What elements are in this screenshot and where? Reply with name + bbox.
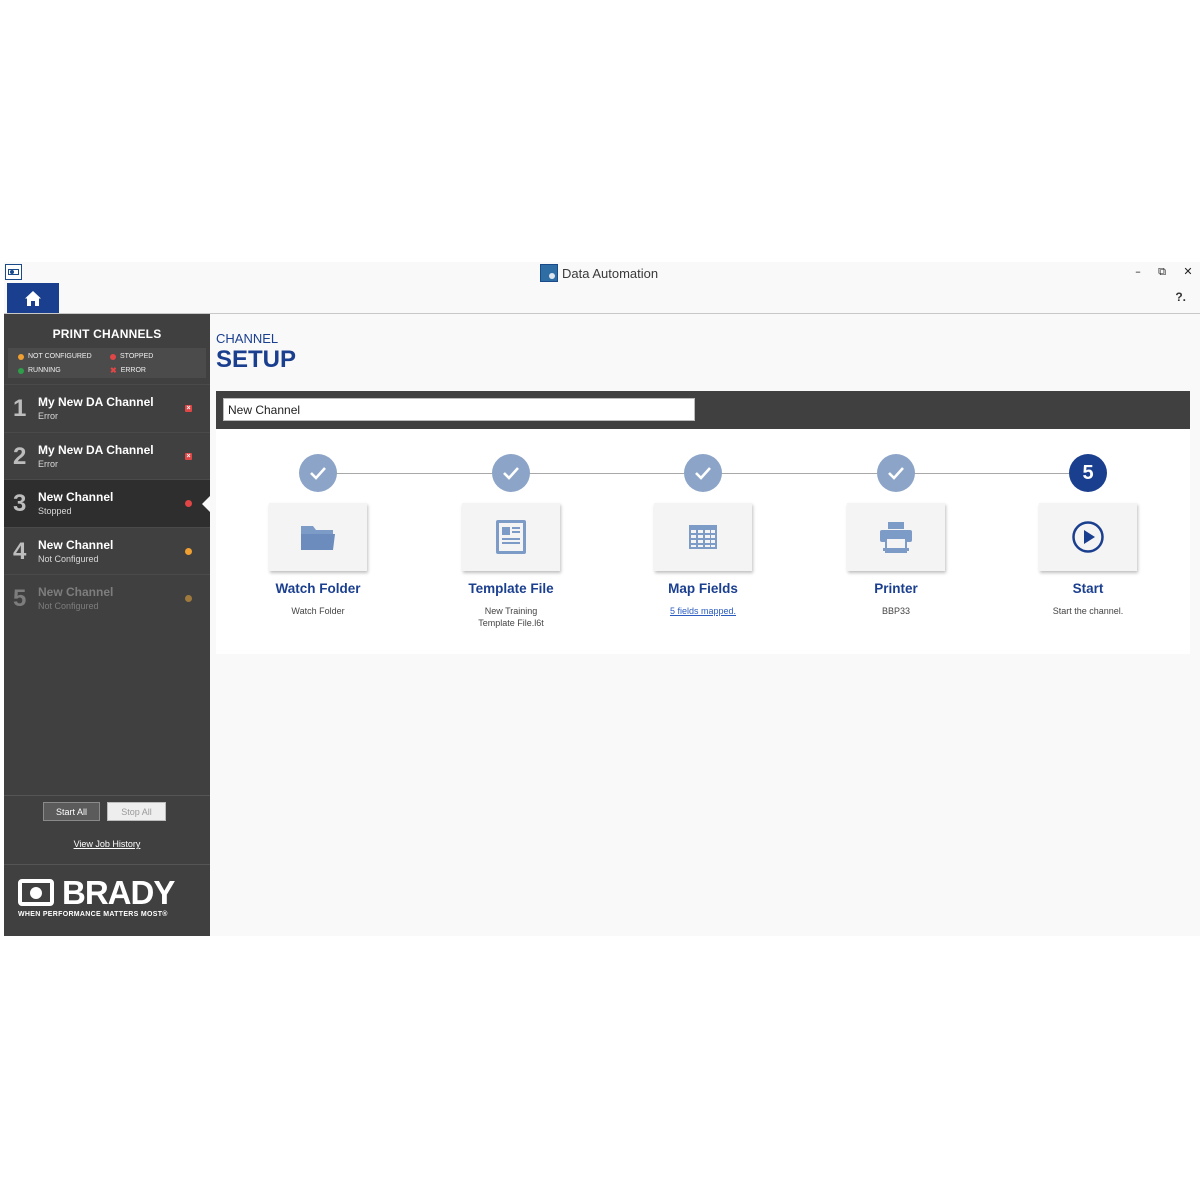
- sidebar-divider: [4, 795, 210, 796]
- step-title: Printer: [874, 581, 918, 596]
- start-all-button[interactable]: Start All: [43, 802, 100, 821]
- step-complete-check-icon: [492, 454, 530, 492]
- channel-name-bar: [216, 391, 1190, 429]
- step-title: Start: [1072, 581, 1104, 596]
- channel-item-3[interactable]: 3 New Channel Stopped: [4, 479, 210, 527]
- legend-label: NOT CONFIGURED: [28, 353, 92, 360]
- channel-name-input[interactable]: [223, 398, 695, 421]
- logo-divider: [4, 864, 210, 865]
- channel-name: New Channel: [38, 585, 114, 599]
- red-dot-icon: [110, 353, 116, 360]
- system-menu-icon[interactable]: [5, 264, 22, 280]
- stop-all-button[interactable]: Stop All: [107, 802, 166, 821]
- printer-icon: [880, 522, 912, 553]
- channel-name: New Channel: [38, 490, 114, 504]
- legend-label: ERROR: [120, 367, 146, 374]
- printer-card[interactable]: [847, 503, 945, 571]
- restore-button[interactable]: ⧉: [1155, 265, 1169, 279]
- home-icon: [25, 290, 41, 306]
- not-configured-status-icon: [185, 547, 192, 555]
- error-status-icon: ×: [185, 452, 192, 460]
- template-file-card[interactable]: [462, 503, 560, 571]
- stopped-status-icon: [185, 500, 192, 507]
- step-connector: [526, 473, 684, 474]
- orange-dot-icon: [18, 353, 24, 360]
- home-button[interactable]: [7, 283, 59, 313]
- start-card[interactable]: [1039, 503, 1137, 571]
- channel-item-1[interactable]: 1 My New DA Channel Error ×: [4, 384, 210, 432]
- channel-status: Error: [38, 411, 58, 421]
- channel-name: New Channel: [38, 537, 114, 552]
- step-connector: [912, 473, 1069, 474]
- grid-icon: [689, 525, 717, 549]
- status-legend: NOT CONFIGURED STOPPED RUNNING ✖ ERROR: [8, 348, 206, 378]
- legend-stopped: STOPPED: [110, 353, 153, 360]
- brady-logo: BRADY WHEN PERFORMANCE MATTERS MOST®: [18, 876, 198, 924]
- page-title: SETUP: [216, 346, 297, 373]
- step-subtitle: BBP33: [881, 606, 911, 616]
- document-icon: [496, 520, 526, 554]
- watch-folder-card[interactable]: [269, 503, 367, 571]
- map-fields-card[interactable]: [654, 503, 752, 571]
- app-window: Data Automation – ⧉ ✕ ?. PRINT CHANNELS …: [4, 262, 1200, 936]
- window-title-group: Data Automation: [540, 264, 658, 282]
- brady-tagline: WHEN PERFORMANCE MATTERS MOST®: [18, 911, 168, 918]
- channel-status: Stopped: [38, 506, 72, 516]
- channel-name: My New DA Channel: [38, 395, 154, 409]
- step-title: Watch Folder: [275, 581, 361, 596]
- legend-label: STOPPED: [120, 353, 154, 360]
- step-subtitle: Start the channel.: [1052, 606, 1124, 616]
- help-button[interactable]: ?.: [1175, 290, 1186, 304]
- close-button[interactable]: ✕: [1181, 265, 1195, 278]
- channel-list: 1 My New DA Channel Error × 2 My New DA …: [4, 384, 210, 622]
- sidebar-title: PRINT CHANNELS: [52, 327, 162, 341]
- channel-status: Error: [38, 458, 58, 469]
- error-status-icon: ×: [185, 405, 192, 412]
- channel-status: Not Configured: [38, 601, 99, 611]
- green-dot-icon: [18, 367, 24, 374]
- legend-running: RUNNING: [18, 367, 61, 374]
- setup-steps-panel: Watch Folder Watch Folder Template File: [216, 429, 1190, 654]
- step-subtitle: New Training Template File.l6t: [478, 606, 544, 628]
- legend-not-configured: NOT CONFIGURED: [18, 353, 92, 360]
- channel-name: My New DA Channel: [38, 442, 154, 457]
- play-icon: [1072, 521, 1104, 553]
- not-configured-status-icon: [185, 595, 192, 602]
- title-bar: Data Automation – ⧉ ✕: [4, 262, 1200, 284]
- step-number-badge: 5: [1069, 454, 1107, 492]
- step-complete-check-icon: [299, 454, 337, 492]
- folder-icon: [301, 526, 335, 550]
- sidebar: PRINT CHANNELS NOT CONFIGURED STOPPED RU…: [4, 314, 210, 936]
- step-connector: [719, 473, 877, 474]
- section-label: CHANNEL: [216, 331, 279, 346]
- data-automation-app-icon: [540, 264, 558, 282]
- step-title: Map Fields: [668, 581, 738, 596]
- legend-error: ✖ ERROR: [110, 365, 146, 375]
- brady-mark-icon: [18, 879, 54, 906]
- brady-wordmark: BRADY: [62, 874, 175, 911]
- minimize-button[interactable]: –: [1131, 265, 1145, 278]
- channel-item-4[interactable]: 4 New Channel Not Configured: [4, 526, 210, 575]
- channel-status: Not Configured: [38, 553, 99, 564]
- channel-number: 1: [13, 395, 27, 422]
- channel-number: 4: [13, 537, 27, 565]
- error-x-icon: ✖: [110, 365, 117, 375]
- channel-number: 2: [13, 442, 27, 470]
- view-job-history-link[interactable]: View Job History: [4, 839, 210, 849]
- window-title: Data Automation: [562, 265, 659, 281]
- channel-item-2[interactable]: 2 My New DA Channel Error ×: [4, 431, 210, 480]
- channel-number: 5: [13, 585, 27, 612]
- step-subtitle: Watch Folder: [291, 606, 345, 616]
- channel-number: 3: [13, 490, 27, 517]
- step-complete-check-icon: [684, 454, 722, 492]
- channel-item-5[interactable]: 5 New Channel Not Configured: [4, 574, 210, 622]
- step-connector: [334, 473, 492, 474]
- step-title: Template File: [468, 581, 554, 596]
- fields-mapped-link[interactable]: 5 fields mapped.: [663, 605, 743, 617]
- step-complete-check-icon: [877, 454, 915, 492]
- legend-label: RUNNING: [28, 367, 61, 374]
